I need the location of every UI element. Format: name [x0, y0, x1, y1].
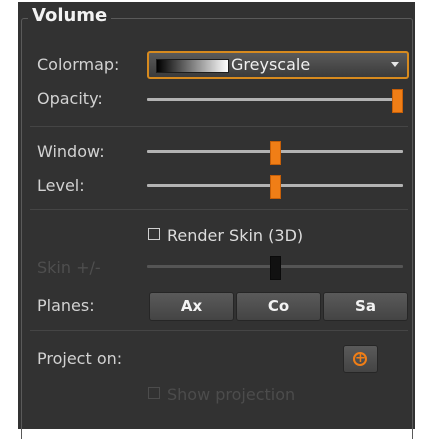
group-title: Volume: [28, 4, 112, 28]
opacity-label: Opacity:: [37, 89, 103, 108]
volume-panel: Volume Colormap: Greyscale Opacity: Wind…: [18, 2, 415, 439]
planes-label: Planes:: [37, 296, 95, 315]
level-slider-handle[interactable]: [270, 175, 281, 199]
window-slider-handle[interactable]: [270, 141, 281, 165]
greyscale-gradient-swatch: [156, 59, 229, 73]
level-slider[interactable]: [147, 175, 403, 199]
skin-slider: [147, 256, 403, 280]
divider: [30, 209, 408, 210]
opacity-slider[interactable]: [147, 89, 403, 113]
plane-axial-button[interactable]: Ax: [149, 292, 234, 321]
window-slider[interactable]: [147, 141, 403, 165]
divider: [30, 126, 408, 127]
skin-slider-handle: [270, 256, 281, 280]
show-projection-label: Show projection: [167, 385, 296, 404]
opacity-slider-track: [147, 98, 403, 101]
render-skin-checkbox-box[interactable]: [148, 228, 160, 240]
show-projection-checkbox: Show projection: [148, 385, 295, 405]
plus-circle-icon: +: [353, 351, 367, 366]
opacity-slider-handle[interactable]: [392, 89, 403, 113]
project-on-label: Project on:: [37, 349, 123, 368]
dropdown-arrow-icon: [391, 62, 399, 67]
level-label: Level:: [37, 176, 85, 195]
colormap-dropdown[interactable]: Greyscale: [147, 51, 409, 79]
plane-sagittal-button[interactable]: Sa: [323, 292, 408, 321]
colormap-label: Colormap:: [37, 55, 120, 74]
render-skin-label: Render Skin (3D): [167, 226, 304, 245]
divider: [30, 330, 408, 331]
colormap-value: Greyscale: [231, 55, 311, 74]
skin-label: Skin +/-: [37, 258, 101, 277]
project-on-button[interactable]: +: [343, 345, 378, 373]
plane-coronal-button[interactable]: Co: [236, 292, 321, 321]
show-projection-checkbox-box: [148, 387, 160, 399]
render-skin-checkbox[interactable]: Render Skin (3D): [148, 226, 303, 246]
window-label: Window:: [37, 142, 105, 161]
